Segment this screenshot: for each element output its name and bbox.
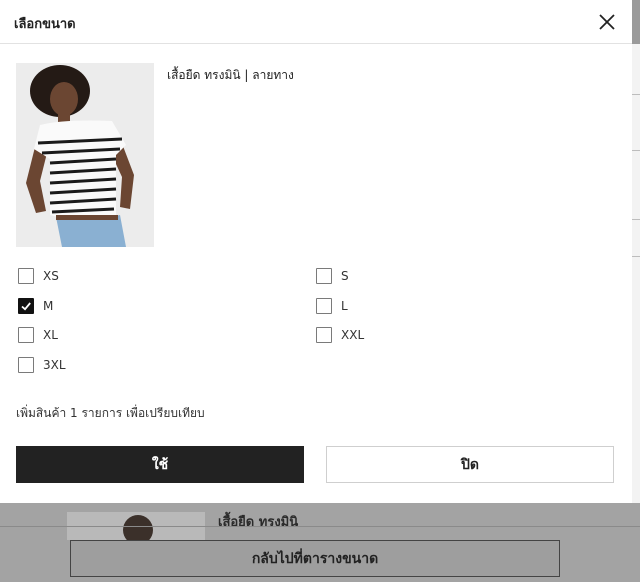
size-label: 3XL bbox=[43, 358, 66, 372]
back-to-size-chart-button[interactable]: กลับไปที่ตารางขนาด bbox=[70, 540, 560, 577]
size-label: M bbox=[43, 299, 54, 313]
size-label: L bbox=[341, 299, 348, 313]
checkbox[interactable] bbox=[316, 298, 332, 314]
background-divider bbox=[632, 256, 640, 257]
apply-button[interactable]: ใช้ bbox=[16, 446, 304, 483]
size-option-xxl[interactable]: XXL bbox=[316, 327, 364, 343]
check-icon bbox=[21, 302, 31, 311]
checkbox[interactable] bbox=[18, 357, 34, 373]
checkbox[interactable] bbox=[18, 327, 34, 343]
modal-title: เลือกขนาด bbox=[14, 17, 76, 32]
product-name: เสื้อยืด ทรงมินิ | ลายทาง bbox=[167, 68, 294, 82]
background-divider bbox=[632, 94, 640, 95]
modal-header: เลือกขนาด bbox=[0, 0, 632, 44]
checkbox[interactable] bbox=[18, 268, 34, 284]
size-option-3xl[interactable]: 3XL bbox=[18, 357, 66, 373]
checkbox[interactable] bbox=[316, 327, 332, 343]
size-label: XS bbox=[43, 269, 59, 283]
size-option-l[interactable]: L bbox=[316, 298, 348, 314]
size-label: S bbox=[341, 269, 349, 283]
size-label: XL bbox=[43, 328, 58, 342]
background-side-panel bbox=[632, 44, 640, 504]
background-divider bbox=[632, 219, 640, 220]
background-product-title: เสื้อยืด ทรงมินิ bbox=[218, 515, 299, 530]
product-image bbox=[16, 63, 154, 247]
size-option-m[interactable]: M bbox=[18, 298, 53, 314]
size-option-xs[interactable]: XS bbox=[18, 268, 59, 284]
checkbox-checked[interactable] bbox=[18, 298, 34, 314]
checkbox[interactable] bbox=[316, 268, 332, 284]
background-divider bbox=[0, 526, 640, 527]
size-select-modal: เลือกขนาด เสื้อยืด ทรงมินิ | ลายทาง XS S… bbox=[0, 0, 632, 503]
background-divider bbox=[632, 150, 640, 151]
size-label: XXL bbox=[341, 328, 365, 342]
size-option-s[interactable]: S bbox=[316, 268, 349, 284]
size-option-xl[interactable]: XL bbox=[18, 327, 58, 343]
close-button[interactable]: ปิด bbox=[326, 446, 614, 483]
compare-note: เพิ่มสินค้า 1 รายการ เพื่อเปรียบเทียบ bbox=[16, 406, 205, 420]
close-icon[interactable] bbox=[596, 11, 618, 33]
